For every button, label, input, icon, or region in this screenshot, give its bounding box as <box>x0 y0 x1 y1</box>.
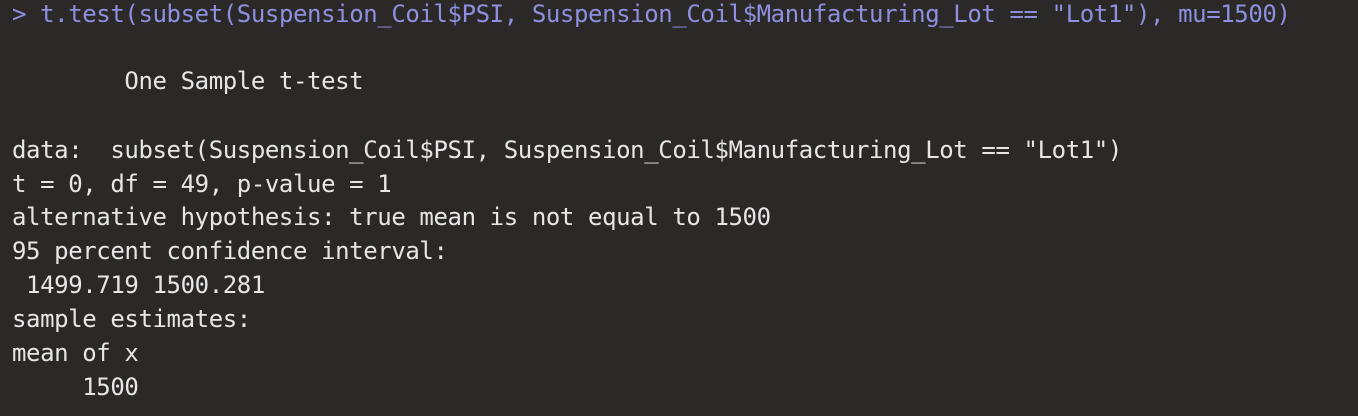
command-text: t.test(subset(Suspension_Coil$PSI, Suspe… <box>40 0 1291 28</box>
test-title: One Sample t-test <box>12 67 364 95</box>
r-console[interactable]: > t.test(subset(Suspension_Coil$PSI, Sus… <box>0 0 1358 416</box>
mean-label: mean of x <box>12 339 139 367</box>
confidence-interval-label: 95 percent confidence interval: <box>12 237 448 265</box>
test-statistics-line: t = 0, df = 49, p-value = 1 <box>12 170 392 198</box>
mean-value: 1500 <box>12 373 139 401</box>
alternative-hypothesis-line: alternative hypothesis: true mean is not… <box>12 203 771 231</box>
confidence-interval-values: 1499.719 1500.281 <box>12 271 265 299</box>
command-line: > t.test(subset(Suspension_Coil$PSI, Sus… <box>12 0 1291 31</box>
data-line: data: subset(Suspension_Coil$PSI, Suspen… <box>12 136 1122 164</box>
console-prompt: > <box>12 0 41 28</box>
sample-estimates-label: sample estimates: <box>12 305 251 333</box>
